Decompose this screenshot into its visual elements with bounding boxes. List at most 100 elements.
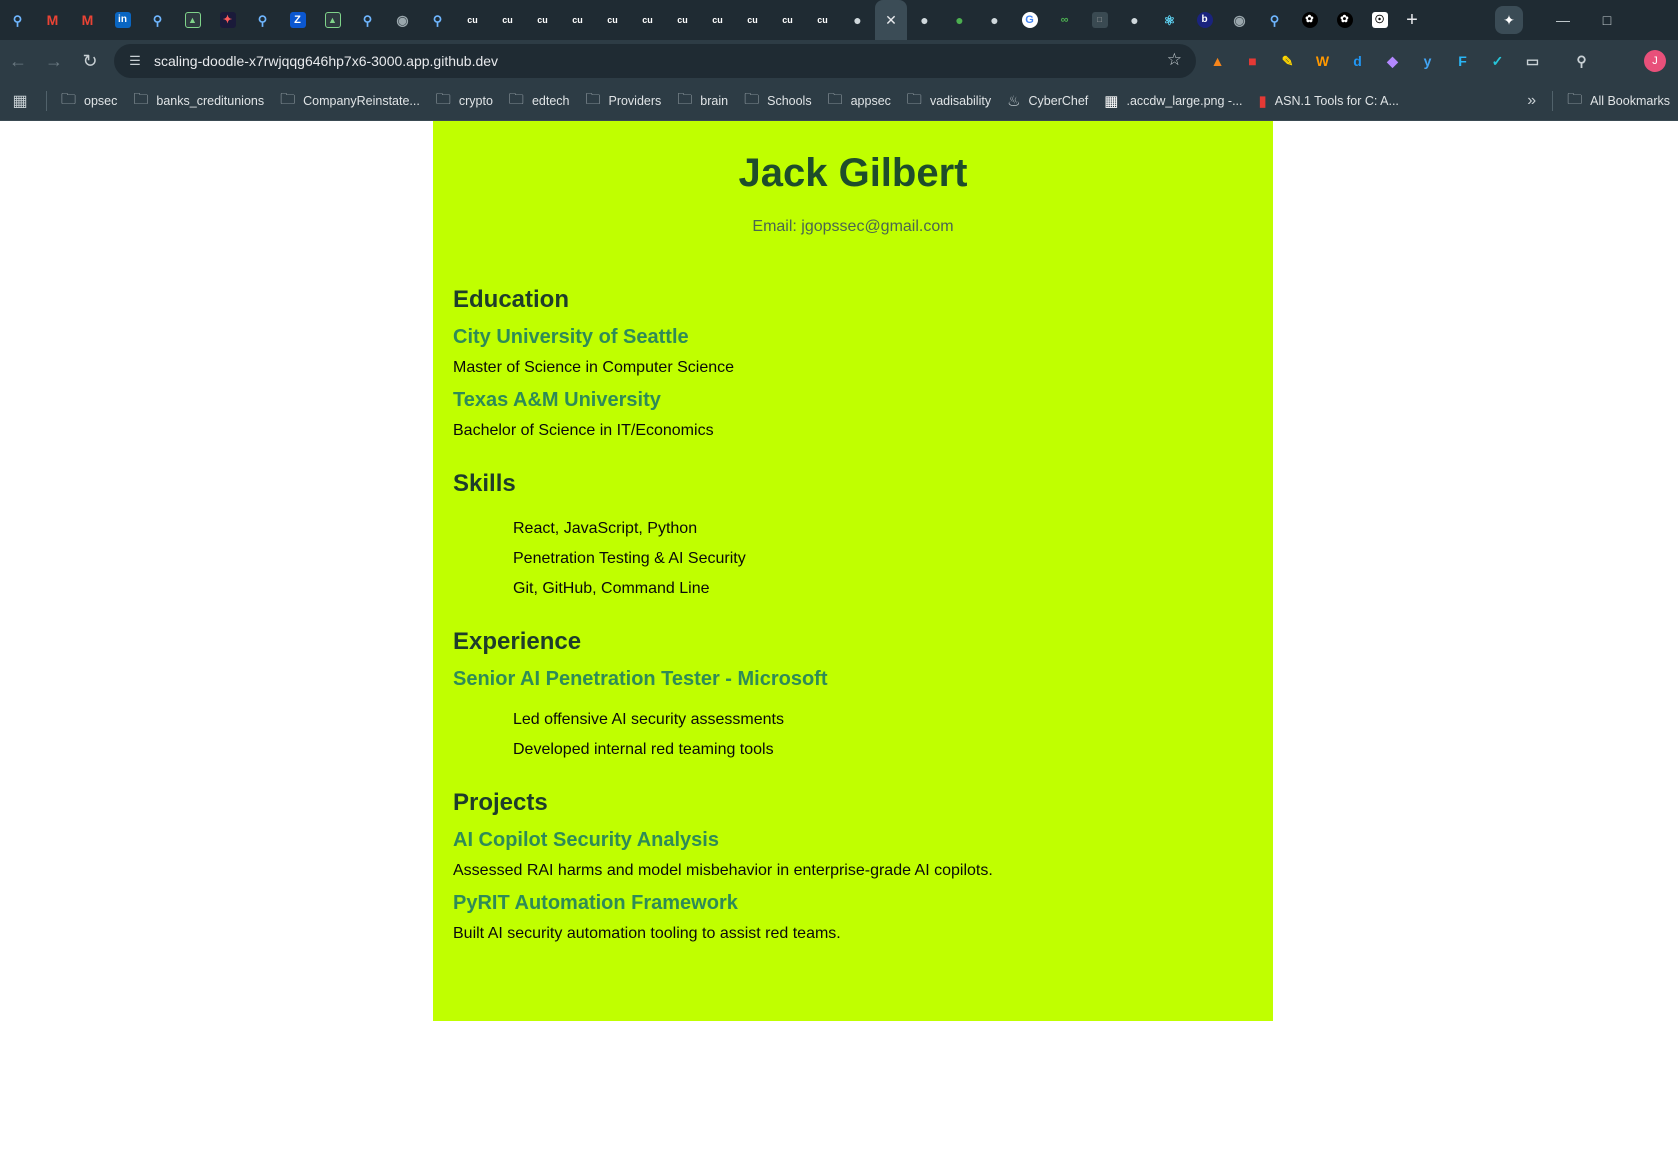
tab[interactable]: cu (455, 0, 490, 40)
check-extension-icon[interactable]: ✓ (1485, 49, 1510, 74)
d-extension-icon[interactable]: d (1345, 49, 1370, 74)
tab[interactable]: M (70, 0, 105, 40)
url-text[interactable]: scaling-doodle-x7rwjqqg646hp7x6-3000.app… (154, 53, 498, 69)
pdf-icon[interactable]: ■ (1240, 49, 1265, 74)
tab[interactable]: in (105, 0, 140, 40)
reload-button[interactable]: ↻ (72, 43, 108, 79)
tab[interactable]: cu (595, 0, 630, 40)
more-bookmarks-chevron-icon[interactable]: » (1517, 92, 1546, 110)
tab[interactable]: ✿ (1292, 0, 1327, 40)
tab[interactable]: ∞ (1047, 0, 1082, 40)
gemini-button[interactable]: ✦ (1495, 6, 1523, 34)
address-bar[interactable]: ☰ scaling-doodle-x7rwjqqg646hp7x6-3000.a… (114, 44, 1196, 78)
bookmark-star-icon[interactable]: ☆ (1167, 50, 1182, 70)
tab[interactable]: cu (490, 0, 525, 40)
app-icon: Z (289, 12, 306, 28)
tab[interactable]: ◉ (385, 0, 420, 40)
linkedin-icon: in (114, 12, 131, 28)
tab[interactable]: cu (665, 0, 700, 40)
tab[interactable]: ✿ (1327, 0, 1362, 40)
tab[interactable]: ⚲ (245, 0, 280, 40)
forward-button[interactable]: → (36, 43, 72, 79)
tab[interactable]: ◉ (1222, 0, 1257, 40)
tab[interactable]: ⚲ (0, 0, 35, 40)
tab[interactable]: □ (1082, 0, 1117, 40)
tab[interactable]: cu (700, 0, 735, 40)
cu-icon: cu (712, 14, 723, 25)
diamond-icon[interactable]: ◆ (1380, 49, 1405, 74)
bookmark-folder[interactable]: 🗀 banks_creditunions (125, 82, 272, 121)
all-bookmarks-folder[interactable]: 🗀 All Bookmarks (1559, 82, 1678, 121)
tab[interactable]: ⚲ (1257, 0, 1292, 40)
tab[interactable]: ☉ (1362, 0, 1397, 40)
folder-icon: 🗀 (508, 90, 524, 108)
y-extension-icon[interactable]: y (1415, 49, 1440, 74)
resume-name: Jack Gilbert (738, 151, 968, 195)
bookmark-folder[interactable]: 🗀 edtech (501, 82, 578, 121)
bookmark-folder[interactable]: 🗀 CompanyReinstate... (272, 82, 428, 121)
bookmark-link[interactable]: ▦ .accdw_large.png -... (1096, 82, 1250, 121)
search-icon: ⚲ (1269, 12, 1280, 28)
tab[interactable]: ▲ (315, 0, 350, 40)
bookmark-folder[interactable]: 🗀 opsec (53, 82, 125, 121)
tab[interactable]: cu (560, 0, 595, 40)
bookmark-link[interactable]: ▮ ASN.1 Tools for C: A... (1251, 82, 1407, 121)
search-icon: ⚲ (257, 12, 268, 28)
site-info-icon[interactable]: ☰ (124, 50, 146, 72)
school-name: Texas A&M University (453, 389, 661, 411)
tab[interactable]: ● (1117, 0, 1152, 40)
page-viewport: Jack Gilbert Email: jgopssec@gmail.com E… (0, 121, 1678, 1172)
bookmark-link[interactable]: ♨ CyberChef (999, 82, 1096, 121)
w-extension-icon[interactable]: W (1310, 49, 1335, 74)
apps-grid-icon[interactable]: ▦ (0, 82, 40, 121)
tab[interactable]: ● (907, 0, 942, 40)
section-heading: Projects (453, 789, 548, 816)
active-tab-close-button[interactable]: ✕ (875, 0, 907, 40)
bookmark-folder[interactable]: 🗀 crypto (428, 82, 501, 121)
bookmarks-bar: ▦ 🗀 opsec 🗀 banks_creditunions 🗀 CompanyRei… (0, 82, 1678, 121)
tab[interactable]: ▲ (175, 0, 210, 40)
highlighter-icon[interactable]: ✎ (1275, 49, 1300, 74)
section-heading: Experience (453, 628, 582, 655)
tab[interactable]: Z (280, 0, 315, 40)
tab[interactable]: cu (770, 0, 805, 40)
puzzle-icon[interactable]: ▭ (1520, 49, 1545, 74)
minimize-button[interactable]: — (1541, 0, 1585, 40)
f-extension-icon[interactable]: F (1450, 49, 1475, 74)
tab[interactable]: cu (735, 0, 770, 40)
folder-icon: 🗀 (906, 90, 922, 108)
bookmark-folder[interactable]: 🗀 Providers (577, 82, 669, 121)
cu-icon: cu (572, 14, 583, 25)
new-tab-button[interactable]: + (1397, 0, 1427, 40)
tab[interactable]: ⚛ (1152, 0, 1187, 40)
tab-search-icon[interactable]: ⚲ (1569, 49, 1594, 74)
tab[interactable]: cu (805, 0, 840, 40)
bookmark-folder[interactable]: 🗀 appsec (820, 82, 899, 121)
bookmark-folder[interactable]: 🗀 Schools (736, 82, 820, 121)
bookmark-folder[interactable]: 🗀 brain (669, 82, 736, 121)
tab[interactable]: G (1012, 0, 1047, 40)
openai-icon: ✿ (1301, 12, 1318, 28)
divider (46, 91, 47, 111)
tab[interactable]: ● (977, 0, 1012, 40)
tab[interactable]: cu (525, 0, 560, 40)
bookmark-folder[interactable]: 🗀 vadisability (899, 82, 999, 121)
back-button[interactable]: ← (0, 43, 36, 79)
metamask-icon[interactable]: ▲ (1205, 49, 1230, 74)
tab[interactable]: cu (630, 0, 665, 40)
tab[interactable]: ● (840, 0, 875, 40)
profile-avatar[interactable]: J (1644, 50, 1666, 72)
bookmark-label: edtech (531, 94, 570, 108)
tab[interactable]: ⚲ (420, 0, 455, 40)
folder-icon: 🗀 (61, 90, 77, 108)
tab[interactable]: M (35, 0, 70, 40)
openai-icon: ✿ (1336, 12, 1353, 28)
maximize-button[interactable]: □ (1585, 0, 1629, 40)
arrow-right-icon: → (45, 50, 63, 71)
tab[interactable]: ⚲ (350, 0, 385, 40)
tab[interactable]: ⚲ (140, 0, 175, 40)
tab[interactable]: ✦ (210, 0, 245, 40)
bookmark-label: .accdw_large.png -... (1126, 94, 1243, 108)
tab[interactable]: ● (942, 0, 977, 40)
tab[interactable]: b (1187, 0, 1222, 40)
